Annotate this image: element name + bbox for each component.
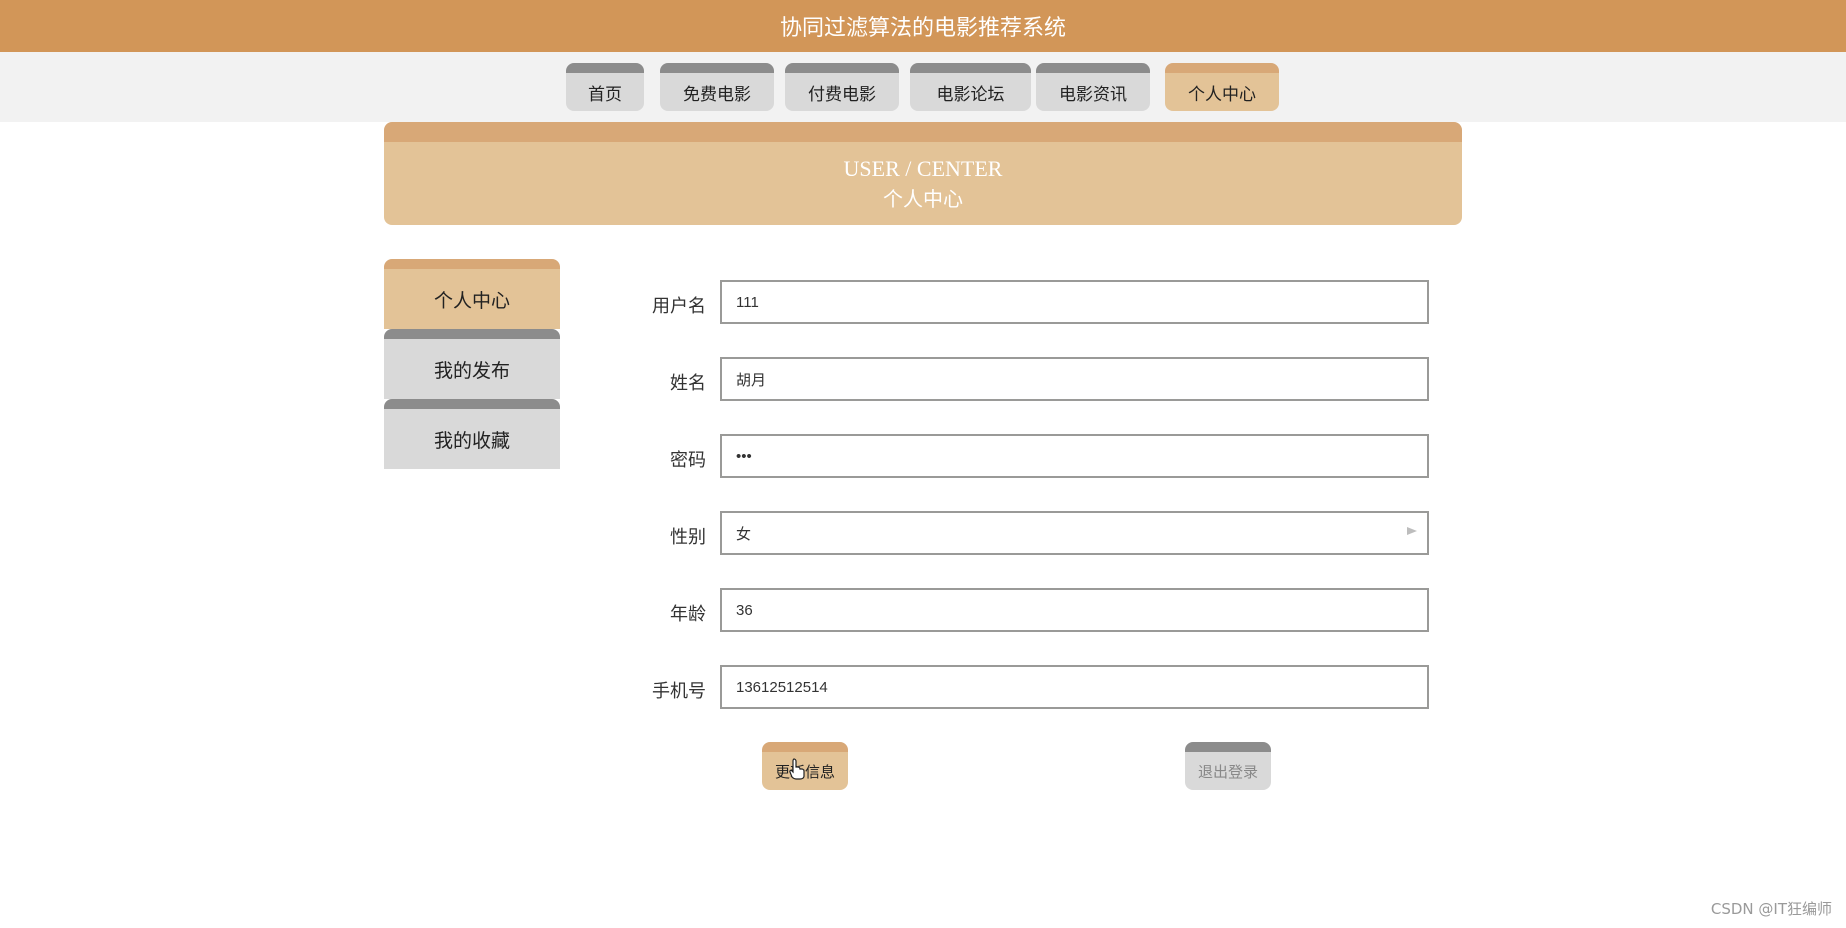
- nav-news[interactable]: 电影资讯: [1036, 63, 1150, 111]
- username-label: 用户名: [652, 296, 706, 317]
- phone-input[interactable]: [720, 665, 1429, 709]
- nav-paid-movies[interactable]: 付费电影: [785, 63, 899, 111]
- gender-label: 性别: [670, 527, 706, 548]
- banner-title-zh: 个人中心: [883, 186, 963, 211]
- banner-title-en: USER / CENTER: [843, 155, 1003, 181]
- gender-select[interactable]: 女: [720, 511, 1429, 555]
- app-title: 协同过滤算法的电影推荐系统: [779, 16, 1066, 41]
- password-label: 密码: [670, 450, 706, 471]
- update-info-button[interactable]: 更新信息: [762, 742, 848, 790]
- watermark: CSDN @IT狂编师: [1710, 900, 1832, 918]
- name-input[interactable]: [720, 357, 1429, 401]
- nav-forum[interactable]: 电影论坛: [910, 63, 1031, 111]
- nav-free-movies[interactable]: 免费电影: [660, 63, 774, 111]
- hand-cursor-icon: [789, 758, 805, 780]
- name-label: 姓名: [670, 373, 706, 394]
- page-banner: USER / CENTER 个人中心: [384, 122, 1462, 225]
- nav-home[interactable]: 首页: [566, 63, 644, 111]
- gender-selected-value: 女: [736, 525, 752, 543]
- password-input[interactable]: [720, 434, 1429, 478]
- app-header: 协同过滤算法的电影推荐系统: [0, 0, 1846, 52]
- age-label: 年龄: [670, 604, 706, 625]
- logout-button[interactable]: 退出登录: [1185, 742, 1271, 790]
- age-input[interactable]: [720, 588, 1429, 632]
- main-nav: 首页 免费电影 付费电影 电影论坛 电影资讯 个人中心: [0, 52, 1846, 122]
- dropdown-arrow-icon: [1407, 527, 1417, 535]
- nav-user-center[interactable]: 个人中心: [1165, 63, 1279, 111]
- phone-label: 手机号: [652, 681, 706, 702]
- username-input[interactable]: [720, 280, 1429, 324]
